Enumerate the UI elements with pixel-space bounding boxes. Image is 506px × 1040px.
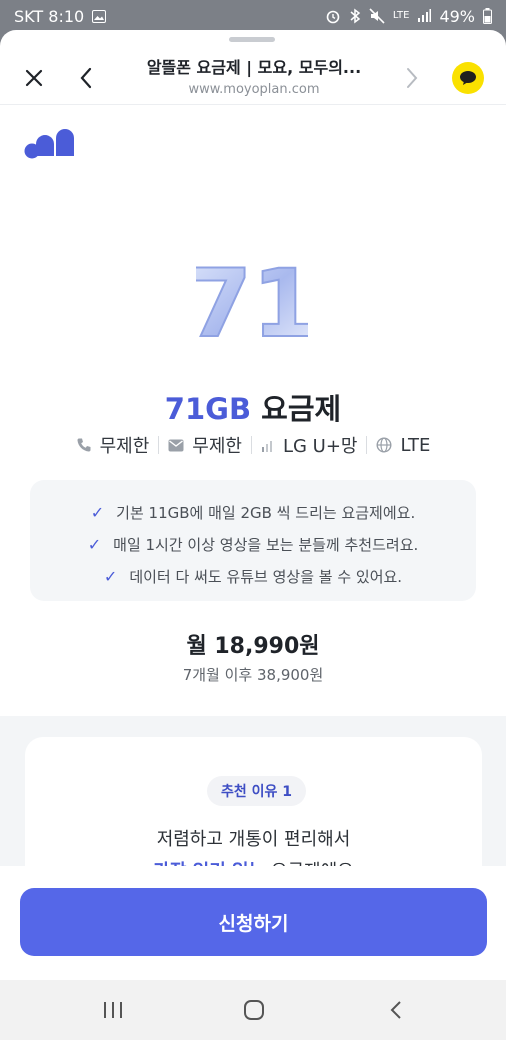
system-back-button[interactable]: [356, 980, 436, 1040]
spec-voice: 무제한: [67, 432, 159, 458]
check-icon: ✓: [87, 534, 102, 554]
phone-icon: [77, 438, 91, 452]
plan-title: 71GB 요금제: [0, 386, 506, 428]
check-icon: ✓: [103, 566, 118, 586]
system-nav-bar: [0, 980, 506, 1040]
plan-title-suffix: 요금제: [251, 392, 342, 426]
page-title-block: 알뜰폰 요금제 | 모요, 모두의... www.moyoplan.com: [120, 54, 388, 97]
spec-generation: LTE: [367, 435, 439, 456]
benefit-item: ✓ 매일 1시간 이상 영상을 보는 분들께 추천드려요.: [30, 528, 476, 560]
home-icon: [244, 1000, 264, 1020]
signal-strength-icon: [417, 9, 432, 23]
benefits-box: ✓ 기본 11GB에 매일 2GB 씩 드리는 요금제에요. ✓ 매일 1시간 …: [30, 480, 476, 601]
back-arrow-icon: [390, 1001, 401, 1019]
moyo-logo[interactable]: [24, 126, 74, 164]
close-icon: [25, 69, 43, 87]
spec-label: LTE: [400, 434, 431, 456]
network-type: LTE: [392, 10, 410, 21]
reason-badge: 추천 이유 1: [207, 776, 307, 806]
spec-sms: 무제한: [159, 432, 251, 458]
recent-apps-button[interactable]: [73, 980, 153, 1040]
recent-apps-icon: [104, 1002, 122, 1018]
benefit-item: ✓ 데이터 다 써도 유튜브 영상을 볼 수 있어요.: [30, 560, 476, 592]
back-button[interactable]: [70, 62, 102, 94]
spec-label: 무제한: [192, 436, 242, 457]
mute-icon: [369, 8, 385, 24]
alarm-icon: [325, 8, 341, 24]
speech-bubble-icon: [460, 71, 476, 85]
benefit-item: ✓ 기본 11GB에 매일 2GB 씩 드리는 요금제에요.: [30, 496, 476, 528]
spec-label: LG U+망: [282, 436, 358, 457]
mail-icon: [168, 439, 184, 451]
reason-text: 저렴하고 개통이 편리해서: [156, 829, 351, 850]
monthly-price: 월 18,990원: [186, 634, 320, 659]
sheet-grabber[interactable]: [229, 37, 275, 42]
benefit-text: 데이터 다 써도 유튜브 영상을 볼 수 있어요.: [129, 567, 403, 586]
benefit-text: 기본 11GB에 매일 2GB 씩 드리는 요금제에요.: [116, 503, 416, 522]
plan-hero-graphic: 71: [186, 249, 319, 360]
carrier-time: SKT 8:10: [14, 6, 85, 26]
check-icon: ✓: [90, 502, 105, 522]
home-button[interactable]: [214, 980, 294, 1040]
forward-button[interactable]: [396, 62, 428, 94]
bluetooth-icon: [349, 8, 361, 24]
bottom-cta-bar: 신청하기: [0, 866, 506, 980]
chevron-left-icon: [80, 67, 92, 89]
apply-button[interactable]: 신청하기: [20, 888, 487, 956]
page-title: 알뜰폰 요금제 | 모요, 모두의...: [146, 58, 362, 77]
kakao-chat-button[interactable]: [452, 62, 484, 94]
spec-label: 무제한: [99, 436, 150, 457]
gallery-icon: [92, 9, 107, 23]
battery-percent: 49%: [439, 6, 475, 26]
status-bar: SKT 8:10 LTE 49%: [0, 0, 506, 32]
page-url: www.moyoplan.com: [188, 82, 320, 97]
battery-icon: [483, 8, 492, 24]
spec-network: LG U+망: [252, 432, 367, 458]
close-button[interactable]: [18, 62, 50, 94]
in-app-browser-sheet: 알뜰폰 요금제 | 모요, 모두의... www.moyoplan.com 71…: [0, 30, 506, 980]
benefit-text: 매일 1시간 이상 영상을 보는 분들께 추천드려요.: [113, 535, 419, 554]
plan-title-data: 71GB: [164, 392, 252, 426]
chevron-right-icon: [407, 68, 418, 88]
globe-icon: [376, 437, 392, 453]
plan-specs: 무제한 무제한 LG U+망 LTE: [0, 432, 506, 458]
hero-number: 71: [196, 252, 308, 348]
browser-toolbar: 알뜰폰 요금제 | 모요, 모두의... www.moyoplan.com: [0, 48, 506, 105]
signal-icon: [261, 441, 272, 452]
price-after-promo: 7개월 이후 38,900원: [182, 666, 324, 684]
